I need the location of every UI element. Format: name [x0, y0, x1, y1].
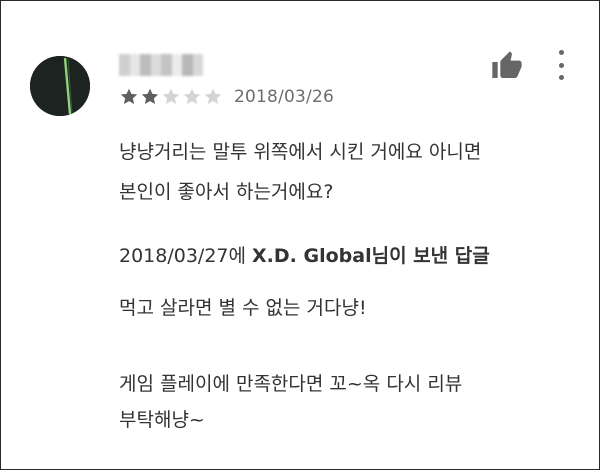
more-vertical-icon[interactable] [551, 49, 571, 81]
developer-name: X.D. Global [252, 245, 372, 267]
reply-text-line: 게임 플레이에 만족한다면 꼬~옥 다시 리뷰 [119, 373, 463, 395]
reviewer-name-redacted [119, 54, 203, 76]
rating-row: 2018/03/26 [119, 85, 334, 109]
star-filled-icon [120, 88, 138, 104]
review-text-line: 본인이 좋아서 하는거에요? [119, 181, 334, 203]
star-filled-icon [141, 88, 159, 104]
avatar-image [30, 56, 90, 116]
star-empty-icon [183, 88, 201, 104]
thumbs-up-icon[interactable] [491, 50, 523, 82]
menu-dot [558, 75, 564, 80]
star-empty-icon [162, 88, 180, 104]
reply-header-suffix: 님이 보낸 답글 [371, 245, 490, 267]
review-text-line: 냥냥거리는 말투 위쪽에서 시킨 거에요 아니면 [119, 141, 482, 163]
avatar [30, 56, 90, 116]
reply-text-line: 먹고 살라면 별 수 없는 거다냥! [119, 297, 367, 319]
menu-dot [558, 50, 564, 55]
reply-text-line: 부탁해냥~ [119, 409, 205, 431]
star-rating [119, 87, 223, 107]
review-date: 2018/03/26 [234, 87, 334, 107]
menu-dot [558, 62, 564, 68]
reply-header: 2018/03/27에 X.D. Global님이 보낸 답글 [119, 241, 490, 268]
star-empty-icon [204, 88, 222, 104]
review-card: 2018/03/26 냥냥거리는 말투 위쪽에서 시킨 거에요 아니면 본인이 … [0, 0, 600, 470]
reply-date: 2018/03/27에 [119, 245, 253, 267]
